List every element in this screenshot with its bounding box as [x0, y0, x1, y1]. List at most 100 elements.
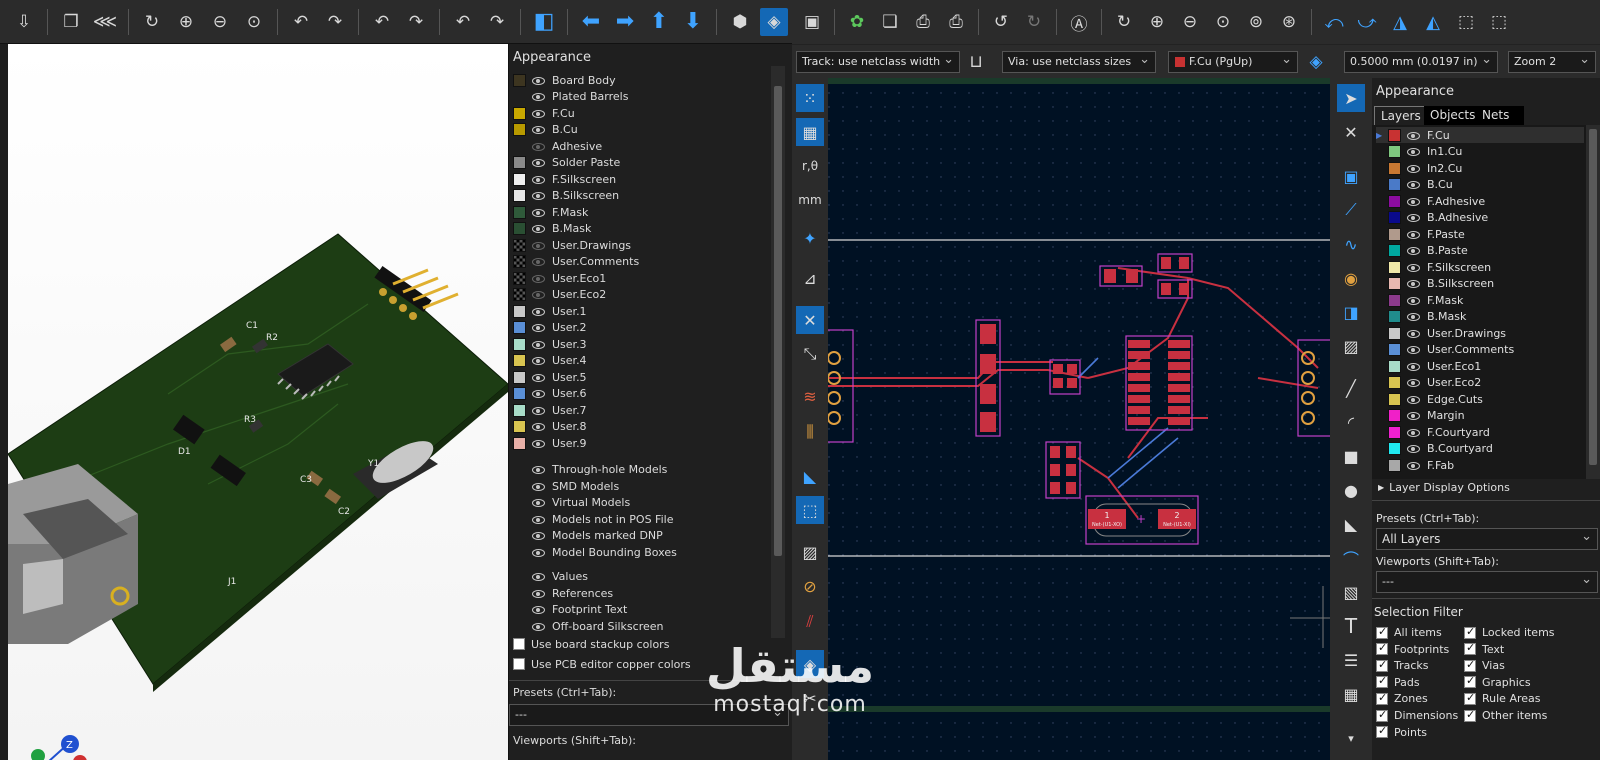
visibility-eye-icon[interactable] [1407, 180, 1420, 189]
footprint-settings-icon[interactable]: ✿ [843, 8, 871, 36]
zoom-out-icon[interactable]: ⊖ [206, 8, 234, 36]
checkbox[interactable] [1376, 691, 1388, 705]
layer-color-swatch[interactable] [513, 123, 526, 136]
rotate-x-cw-icon[interactable]: ↷ [321, 8, 349, 36]
pcb-layer-row[interactable]: F.Fab [1376, 457, 1454, 473]
select-icon[interactable]: ➤ [1337, 84, 1365, 112]
layer-color-swatch[interactable] [513, 354, 526, 367]
visibility-eye-icon[interactable] [532, 92, 545, 101]
pcb-layer-row[interactable]: User.Eco1 [1376, 358, 1481, 374]
layer-row[interactable]: User.6 [513, 386, 587, 402]
ortho-icon[interactable]: ⬢ [726, 8, 754, 36]
checkbox[interactable] [1376, 658, 1388, 672]
flip-board-icon[interactable]: ◧ [530, 8, 558, 36]
model-row[interactable]: Through-hole Models [513, 462, 667, 478]
filter-item[interactable]: Points [1376, 724, 1427, 739]
visibility-eye-icon[interactable] [1407, 230, 1420, 239]
layer-color-swatch[interactable] [1388, 277, 1401, 290]
visibility-eye-icon[interactable] [1407, 263, 1420, 272]
filter-item[interactable]: Zones [1376, 691, 1428, 705]
add-image-icon[interactable]: ▧ [1337, 578, 1365, 606]
draw-line-icon[interactable]: ╱ [1337, 374, 1365, 402]
refresh-icon[interactable]: ↻ [1110, 8, 1138, 36]
layer-color-swatch[interactable] [513, 337, 526, 351]
checkbox[interactable] [513, 638, 525, 650]
visibility-eye-icon[interactable] [532, 622, 545, 631]
redo-icon[interactable]: ↻ [1020, 8, 1048, 36]
pcb-canvas[interactable]: 1 Net-(U1-XO) 2 Net-(U1-XI) + [828, 78, 1330, 760]
checkbox[interactable] [1464, 691, 1476, 705]
layer-color-swatch[interactable] [1388, 343, 1401, 356]
add-footprint-icon[interactable]: ▣ [1337, 162, 1365, 190]
visibility-eye-icon[interactable] [532, 208, 545, 217]
scroll-thumb[interactable] [1589, 129, 1597, 465]
track-clearance-icon[interactable]: ⫽ [796, 608, 824, 636]
layer-color-swatch[interactable] [1388, 178, 1401, 191]
layer-pair-icon[interactable]: ◈ [1302, 48, 1330, 76]
layer-color-swatch[interactable] [513, 238, 526, 252]
zone-fill-icon[interactable]: ◣ [796, 462, 824, 490]
layer-color-swatch[interactable] [1388, 392, 1401, 406]
save-icon[interactable]: ▣ [798, 8, 826, 36]
via-size-select[interactable]: Via: use netclass sizes [1002, 51, 1156, 73]
visibility-eye-icon[interactable] [1407, 213, 1420, 222]
layer-color-swatch[interactable] [1388, 260, 1401, 274]
visibility-eye-icon[interactable] [1407, 395, 1420, 404]
visibility-eye-icon[interactable] [532, 498, 545, 507]
visibility-eye-icon[interactable] [1407, 197, 1420, 206]
filter-item[interactable]: Tracks [1376, 658, 1429, 672]
mirror-h-icon[interactable]: ◮ [1386, 8, 1414, 36]
filter-item[interactable]: Locked items [1464, 625, 1555, 639]
visibility-eye-icon[interactable] [532, 125, 545, 134]
rotate-ccw-icon[interactable]: ⤺ [1320, 8, 1348, 36]
checkbox[interactable] [1376, 674, 1388, 689]
layer-color-swatch[interactable] [513, 90, 526, 103]
pcb-layer-row[interactable]: In2.Cu [1376, 160, 1462, 176]
add-zone-icon[interactable]: ◨ [1337, 298, 1365, 326]
checkbox[interactable] [1464, 708, 1476, 722]
units-mm-icon[interactable]: mm [796, 186, 824, 214]
layer-color-swatch[interactable] [1388, 145, 1401, 158]
visibility-eye-icon[interactable] [532, 482, 545, 491]
grid-dots-icon[interactable]: ⁙ [796, 84, 824, 112]
net-highlight-icon[interactable]: ≋ [796, 382, 824, 410]
draw-polygon-icon[interactable]: ◣ [1337, 510, 1365, 538]
visibility-eye-icon[interactable] [1407, 428, 1420, 437]
layer-select[interactable]: F.Cu (PgUp) [1168, 51, 1298, 73]
zoom-fit-icon[interactable]: ⊙ [240, 8, 268, 36]
pcb-layer-row[interactable]: F.Silkscreen [1376, 259, 1491, 275]
layer-color-swatch[interactable] [1388, 128, 1401, 142]
visibility-eye-icon[interactable] [532, 142, 545, 151]
visibility-eye-icon[interactable] [532, 605, 545, 614]
presets-select[interactable]: --- [509, 704, 789, 726]
visibility-eye-icon[interactable] [532, 158, 545, 167]
track-autowidth-icon[interactable]: ⊔ [962, 48, 990, 76]
visibility-eye-icon[interactable] [1407, 378, 1420, 387]
visibility-eye-icon[interactable] [532, 439, 545, 448]
visibility-eye-icon[interactable] [1407, 362, 1420, 371]
checkbox[interactable] [1464, 674, 1476, 689]
visibility-eye-icon[interactable] [1407, 444, 1420, 453]
visibility-eye-icon[interactable] [532, 465, 545, 474]
layer-row[interactable]: B.Mask [513, 221, 591, 237]
rotate-y-cw-icon[interactable]: ↷ [402, 8, 430, 36]
checkbox[interactable] [1464, 658, 1476, 672]
filter-item[interactable]: Graphics [1464, 674, 1531, 689]
checkbox[interactable] [1376, 724, 1388, 739]
layers-manager-icon[interactable]: ◈ [796, 650, 824, 678]
visibility-eye-icon[interactable] [532, 548, 545, 557]
text-row[interactable]: Off-board Silkscreen [513, 618, 664, 634]
rotate-x-ccw-icon[interactable]: ↶ [287, 8, 315, 36]
plot-icon[interactable]: ⎙ [942, 8, 970, 36]
checkbox[interactable] [1376, 641, 1388, 656]
layer-display-options[interactable]: ▶ Layer Display Options [1378, 479, 1510, 495]
layer-row[interactable]: Plated Barrels [513, 89, 628, 105]
properties-icon[interactable]: ✂ [796, 684, 824, 712]
undo-icon[interactable]: ↺ [987, 8, 1015, 36]
grid-select[interactable]: 0.5000 mm (0.0197 in) [1344, 51, 1498, 73]
layer-color-swatch[interactable] [513, 403, 526, 417]
pcb-layer-row[interactable]: Margin [1376, 408, 1465, 424]
layer-color-swatch[interactable] [513, 73, 526, 87]
draw-rect-icon[interactable]: ■ [1337, 442, 1365, 470]
checkbox[interactable] [1376, 625, 1388, 639]
